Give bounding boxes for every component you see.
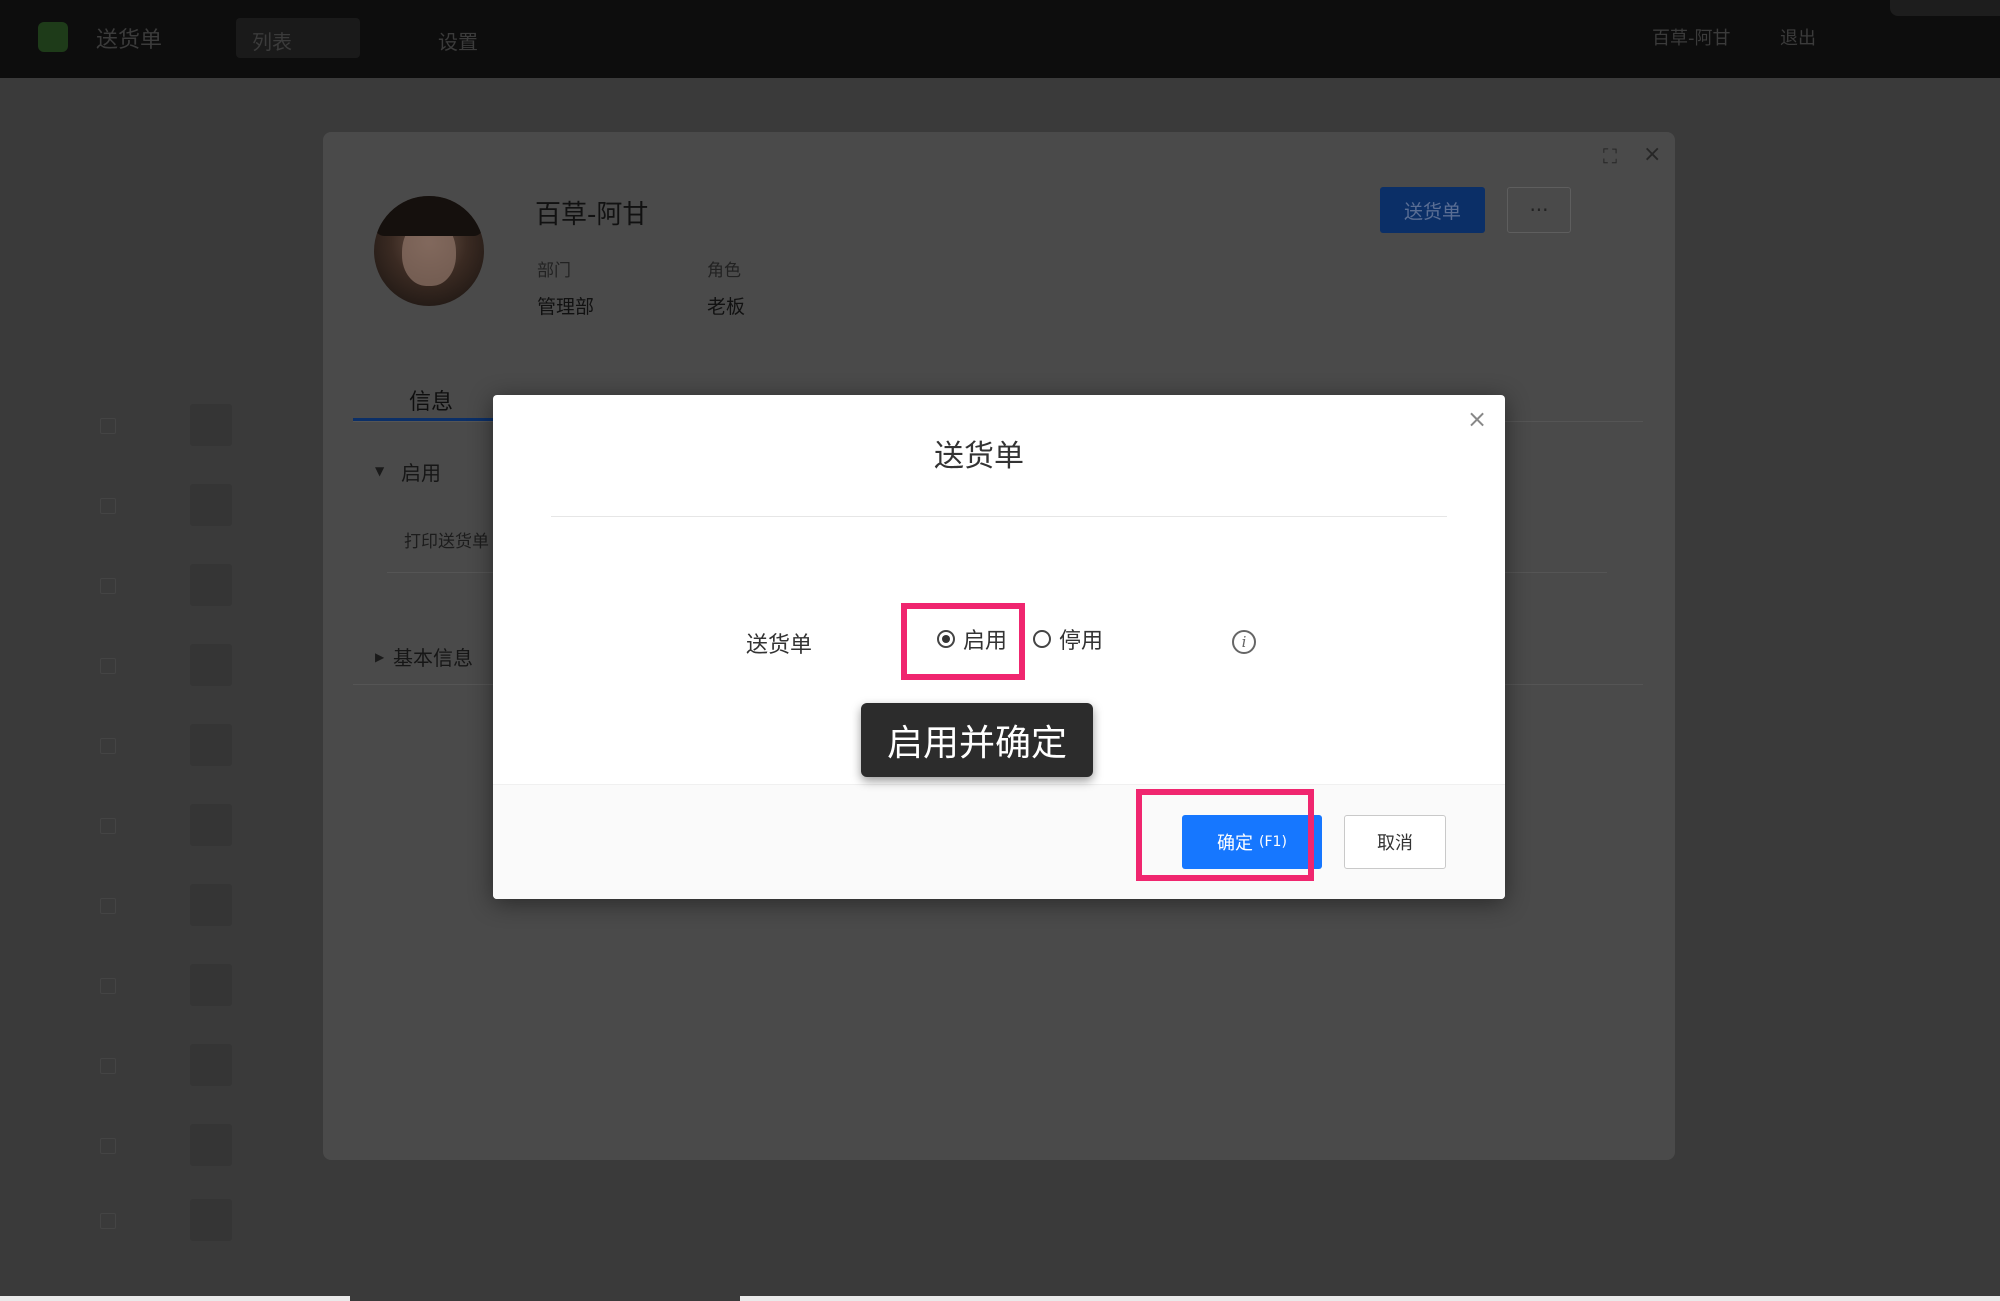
instruction-callout: 启用并确定 <box>861 703 1093 777</box>
highlight-confirm-button <box>1136 789 1314 881</box>
title-divider <box>551 516 1447 517</box>
radio-disable[interactable]: 停用 <box>1033 623 1103 655</box>
highlight-enable-radio <box>901 603 1025 680</box>
info-icon[interactable]: i <box>1232 630 1256 654</box>
radio-disable-label: 停用 <box>1059 629 1104 654</box>
radio-unchecked-icon <box>1033 630 1052 648</box>
cancel-button[interactable]: 取消 <box>1344 815 1446 869</box>
field-label: 送货单 <box>746 633 813 658</box>
dialog-title: 送货单 <box>934 439 1024 474</box>
dialog-close-icon[interactable]: × <box>1467 405 1487 433</box>
